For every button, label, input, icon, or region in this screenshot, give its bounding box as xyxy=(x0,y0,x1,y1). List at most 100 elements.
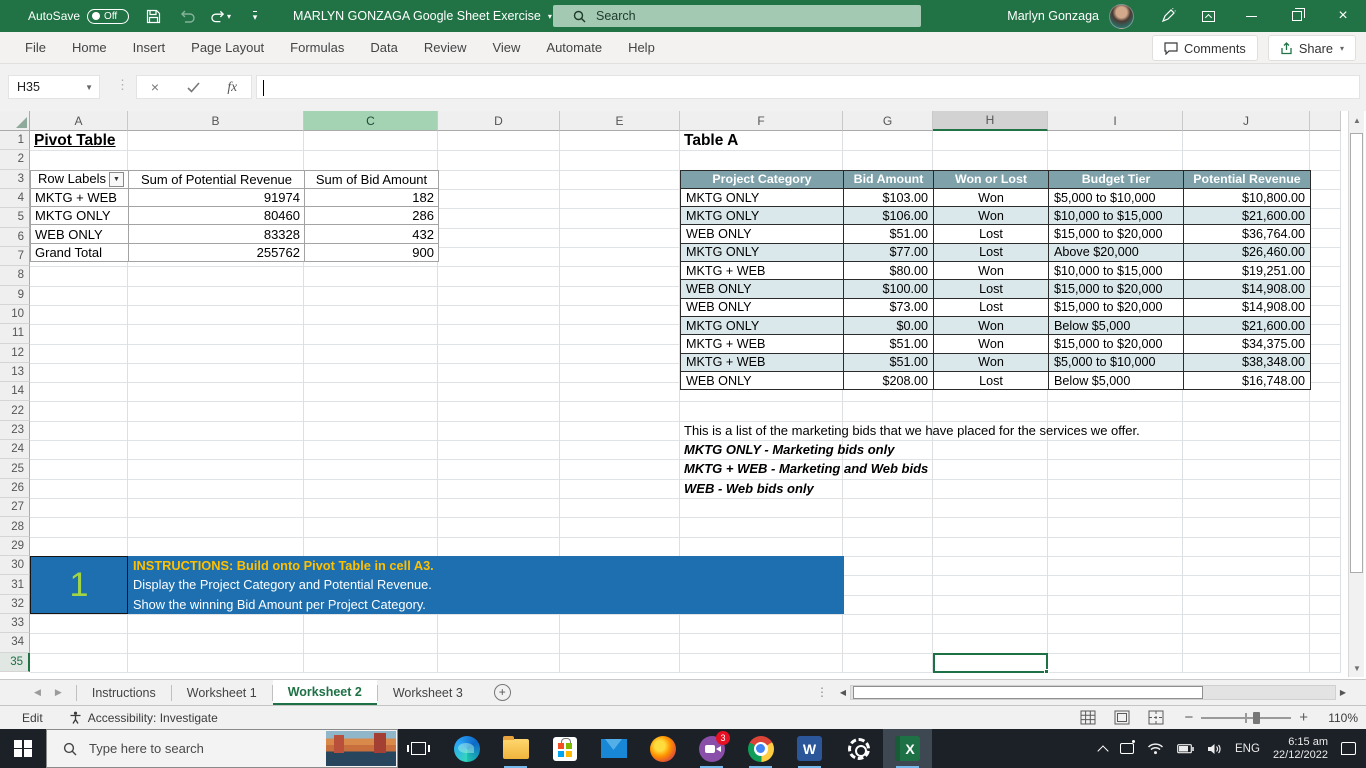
page-layout-view-icon[interactable] xyxy=(1114,710,1130,725)
table-a-cell[interactable]: Lost xyxy=(933,224,1049,244)
comments-button[interactable]: Comments xyxy=(1151,35,1258,61)
pivot-cell[interactable]: WEB ONLY xyxy=(30,224,129,244)
save-icon[interactable] xyxy=(143,6,163,26)
pivot-cell[interactable]: 83328 xyxy=(128,224,305,244)
pivot-cell[interactable]: 900 xyxy=(304,242,439,263)
row-header-25[interactable]: 25 xyxy=(0,459,30,479)
table-a-header-cell[interactable]: Won or Lost xyxy=(933,169,1049,189)
search-bar[interactable]: Search xyxy=(553,5,921,27)
name-box[interactable]: H35 ▼ xyxy=(8,75,100,99)
formula-input[interactable] xyxy=(256,75,1360,99)
close-button[interactable]: × xyxy=(1320,0,1366,32)
column-header-h[interactable]: H xyxy=(933,111,1048,131)
document-title[interactable]: MARLYN GONZAGA Google Sheet Exercise ▾ xyxy=(293,9,552,23)
row-header-13[interactable]: 13 xyxy=(0,362,30,383)
horizontal-scroll-thumb[interactable] xyxy=(853,686,1203,699)
pivot-cell[interactable]: MKTG ONLY xyxy=(30,206,129,226)
ribbon-display-options-icon[interactable] xyxy=(1188,0,1228,32)
pivot-cell[interactable]: 91974 xyxy=(128,187,305,208)
ribbon-tab-view[interactable]: View xyxy=(479,32,533,64)
table-a-cell[interactable]: Won xyxy=(933,315,1049,336)
ribbon-tab-formulas[interactable]: Formulas xyxy=(277,32,357,64)
table-a-cell[interactable]: $10,000 to $15,000 xyxy=(1048,261,1184,281)
table-a-cell[interactable]: WEB ONLY xyxy=(680,279,844,299)
pivot-cell[interactable]: 80460 xyxy=(128,206,305,226)
table-a[interactable]: Project Category Bid Amount Won or Lost Bud… xyxy=(680,169,1311,391)
undo-icon[interactable] xyxy=(177,6,197,26)
row-header-10[interactable]: 10 xyxy=(0,304,30,325)
ribbon-tab-automate[interactable]: Automate xyxy=(533,32,615,64)
sheet-tab-worksheet-2[interactable]: Worksheet 2 xyxy=(272,680,377,705)
sheet-tab-worksheet-3[interactable]: Worksheet 3 xyxy=(378,680,478,705)
taskbar-settings-icon[interactable] xyxy=(834,729,883,768)
restore-button[interactable] xyxy=(1274,0,1320,32)
taskbar-edge-icon[interactable] xyxy=(442,729,491,768)
table-a-cell[interactable]: Lost xyxy=(933,297,1049,317)
table-a-cell[interactable]: $10,800.00 xyxy=(1183,187,1311,208)
table-a-cell[interactable]: $10,000 to $15,000 xyxy=(1048,206,1184,226)
table-a-cell[interactable]: $38,348.00 xyxy=(1183,352,1311,372)
taskbar-firefox-icon[interactable] xyxy=(638,729,687,768)
table-a-cell[interactable]: $106.00 xyxy=(843,206,934,226)
select-all-corner[interactable] xyxy=(0,111,30,131)
table-a-cell[interactable]: Won xyxy=(933,261,1049,281)
minimize-button[interactable] xyxy=(1228,0,1274,32)
taskbar-file-explorer-icon[interactable] xyxy=(491,729,540,768)
table-a-cell[interactable]: WEB ONLY xyxy=(680,297,844,317)
table-a-cell[interactable]: MKTG + WEB xyxy=(680,352,844,372)
pivot-header-cell[interactable]: Row Labels ▼ xyxy=(30,169,129,189)
table-a-cell[interactable]: MKTG + WEB xyxy=(680,334,844,354)
table-a-cell[interactable]: MKTG ONLY xyxy=(680,206,844,226)
taskbar-word-icon[interactable]: W xyxy=(785,729,834,768)
table-a-cell[interactable]: $15,000 to $20,000 xyxy=(1048,297,1184,317)
sheet-tab-instructions[interactable]: Instructions xyxy=(77,680,171,705)
row-header-30[interactable]: 30 xyxy=(0,556,30,576)
table-a-header-cell[interactable]: Bid Amount xyxy=(843,169,934,189)
row-header-34[interactable]: 34 xyxy=(0,633,30,653)
row-header-31[interactable]: 31 xyxy=(0,575,30,595)
pivot-header-cell[interactable]: Sum of Bid Amount xyxy=(304,169,439,189)
start-button[interactable] xyxy=(0,729,46,768)
row-header-27[interactable]: 27 xyxy=(0,498,30,518)
table-a-cell[interactable]: Above $20,000 xyxy=(1048,242,1184,263)
pivot-cell[interactable]: 432 xyxy=(304,224,439,244)
user-name[interactable]: Marlyn Gonzaga xyxy=(1007,9,1099,23)
table-a-cell[interactable]: $103.00 xyxy=(843,187,934,208)
table-a-cell[interactable]: $36,764.00 xyxy=(1183,224,1311,244)
table-a-cell[interactable]: $77.00 xyxy=(843,242,934,263)
column-header-f[interactable]: F xyxy=(680,111,843,131)
row-header-6[interactable]: 6 xyxy=(0,227,30,247)
table-a-cell[interactable]: $100.00 xyxy=(843,279,934,299)
zoom-level[interactable]: 110% xyxy=(1322,711,1358,725)
page-break-view-icon[interactable] xyxy=(1148,710,1164,725)
table-a-cell[interactable]: Below $5,000 xyxy=(1048,315,1184,336)
horizontal-scrollbar[interactable]: ◀ ▶ xyxy=(836,684,1350,701)
tray-expand-icon[interactable] xyxy=(1097,744,1109,757)
table-a-cell[interactable]: MKTG ONLY xyxy=(680,187,844,208)
table-a-cell[interactable]: $21,600.00 xyxy=(1183,206,1311,226)
row-header-7[interactable]: 7 xyxy=(0,246,30,267)
table-a-cell[interactable]: $19,251.00 xyxy=(1183,261,1311,281)
row-header-8[interactable]: 8 xyxy=(0,266,30,286)
column-header-b[interactable]: B xyxy=(128,111,304,131)
taskbar-mail-icon[interactable] xyxy=(589,729,638,768)
column-header-j[interactable]: J xyxy=(1183,111,1310,131)
row-header-24[interactable]: 24 xyxy=(0,440,30,460)
taskbar-microsoft-store-icon[interactable] xyxy=(540,729,589,768)
task-view-button[interactable] xyxy=(398,729,438,768)
pivot-cell[interactable]: 182 xyxy=(304,187,439,208)
table-a-header-cell[interactable]: Potential Revenue xyxy=(1183,169,1311,189)
taskbar-chrome-icon[interactable] xyxy=(736,729,785,768)
table-a-cell[interactable]: $21,600.00 xyxy=(1183,315,1311,336)
row-header-23[interactable]: 23 xyxy=(0,420,30,441)
wifi-icon[interactable] xyxy=(1147,742,1164,755)
table-a-cell[interactable]: $15,000 to $20,000 xyxy=(1048,334,1184,354)
pivot-header-cell[interactable]: Sum of Potential Revenue xyxy=(128,169,305,189)
vertical-scroll-thumb[interactable] xyxy=(1350,133,1363,573)
ribbon-tab-page-layout[interactable]: Page Layout xyxy=(178,32,277,64)
pivot-cell[interactable]: 286 xyxy=(304,206,439,226)
redo-dropdown-icon[interactable]: ▾ xyxy=(227,12,231,21)
row-header-2[interactable]: 2 xyxy=(0,150,30,170)
table-a-cell[interactable]: MKTG ONLY xyxy=(680,242,844,263)
customize-toolbar-icon[interactable]: ▾ xyxy=(245,6,265,26)
